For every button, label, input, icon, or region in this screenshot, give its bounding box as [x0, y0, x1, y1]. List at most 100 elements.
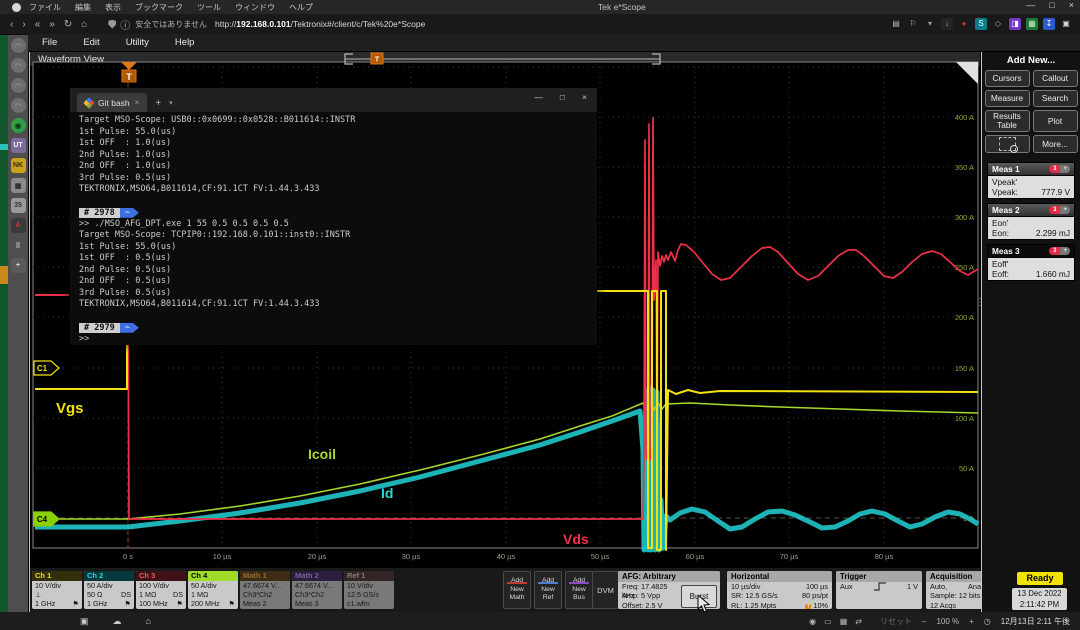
measurement-card-meas3[interactable]: Meas 33+Eoff'Eoff:1.660 mJ [987, 244, 1075, 281]
nav-button[interactable]: ‹ [10, 19, 13, 30]
extension-circle-3[interactable]: ◠ [11, 78, 26, 93]
info-icon[interactable]: ⓘ [120, 17, 130, 32]
channel-badge-ch1[interactable]: Ch 110 V/div⊥1 GHz⚑ [32, 571, 82, 609]
ghost-icon[interactable]: ◇ [992, 18, 1004, 30]
chevron-down-icon[interactable]: ▾ [924, 18, 936, 30]
extensions-icon[interactable]: ▣ [1060, 18, 1072, 30]
tray-icon[interactable]: ◉ [809, 617, 816, 626]
browser-menu-item[interactable]: 表示 [105, 2, 121, 13]
extension-circle-4[interactable]: ◠ [11, 98, 26, 113]
nav-button[interactable]: ⌂ [81, 19, 87, 30]
reset-button[interactable]: リセット [880, 616, 912, 627]
callout-button[interactable]: Callout [1033, 70, 1078, 87]
measurement-count-badge[interactable]: 3+ [1049, 247, 1070, 255]
add-new-bus-button[interactable]: Add New Bus [565, 571, 593, 609]
save-icon[interactable]: ↧ [1043, 18, 1055, 30]
new-tab-icon[interactable]: + [155, 98, 161, 109]
zoom-select-button[interactable] [985, 135, 1030, 153]
browser-menu-item[interactable]: 編集 [75, 2, 91, 13]
cursors-button[interactable]: Cursors [985, 70, 1030, 87]
browser-menu-item[interactable]: ツール [197, 2, 221, 13]
url-bar[interactable]: http://192.168.0.101/Tektronix#/client/c… [215, 19, 425, 29]
taskbar-app-icon[interactable]: ☁ [113, 616, 122, 627]
sidebar-drag-handle[interactable]: ⋮ [975, 297, 985, 308]
git-bash-window[interactable]: Git bash × + ▾ — □ × Target MSO-Scope: USB… [70, 88, 597, 345]
extension-a[interactable]: A [11, 218, 26, 233]
extension-ut[interactable]: UT [11, 138, 26, 153]
sheets-icon[interactable]: ▦ [1026, 18, 1038, 30]
channel-badge-math2[interactable]: Math 247.6674 V...Ch3*Ch2Meas 3 [292, 571, 342, 609]
results-table-button[interactable]: Results Table [985, 110, 1030, 132]
window-control[interactable]: × [1069, 0, 1074, 10]
tray-icon[interactable]: ▭ [824, 617, 832, 626]
x-axis-label: 50 µs [591, 552, 610, 561]
panels-icon[interactable]: ▤ [890, 18, 902, 30]
extension-circle-1[interactable]: ◠ [11, 38, 26, 53]
taskbar-app-icon[interactable]: ▣ [80, 616, 89, 627]
scope-menu-file[interactable]: File [42, 37, 57, 48]
browser-menu-item[interactable]: ウィンドウ [235, 2, 275, 13]
add-new-ref-button[interactable]: Add New Ref [534, 571, 562, 609]
download-icon[interactable]: ↓ [941, 18, 953, 30]
tab-dropdown-icon[interactable]: ▾ [169, 99, 173, 107]
scope-menu-utility[interactable]: Utility [126, 37, 149, 48]
scope-menu-edit[interactable]: Edit [83, 37, 99, 48]
nav-button[interactable]: › [22, 19, 25, 30]
tray-icon[interactable]: ⇄ [855, 617, 862, 626]
channel-badge-math1[interactable]: Math 147.6674 V...Ch3*Ch2Meas 2 [240, 571, 290, 609]
terminal-window-controls: — □ × [534, 92, 587, 102]
terminal-titlebar[interactable]: Git bash × + ▾ — □ × [70, 88, 597, 112]
measurement-count-badge[interactable]: 3+ [1049, 206, 1070, 214]
extension-nk[interactable]: NK [11, 158, 26, 173]
browser-menu-item[interactable]: ファイル [29, 2, 61, 13]
measure-button[interactable]: Measure [985, 90, 1030, 107]
measurement-card-meas2[interactable]: Meas 23+Eon'Eon:2.299 mJ [987, 203, 1075, 240]
extension-3s[interactable]: 35 [11, 198, 26, 213]
channel-badge-ref1[interactable]: Ref 110 V/div12.5 GS/sc1.wfm [344, 571, 394, 609]
add-new-math-button[interactable]: Add New Math [503, 571, 531, 609]
search-button[interactable]: Search [1033, 90, 1078, 107]
terminal-window-control[interactable]: × [582, 92, 587, 102]
terminal-window-control[interactable]: □ [560, 92, 565, 102]
scope-menu-help[interactable]: Help [175, 37, 195, 48]
extension-circle-2[interactable]: ◠ [11, 58, 26, 73]
terminal-output[interactable]: Target MSO-Scope: USB0::0x0699::0x0528::… [70, 112, 597, 345]
window-control[interactable]: □ [1049, 0, 1054, 10]
tray-icon[interactable]: ▦ [840, 617, 848, 626]
zoom-in-button[interactable]: + [969, 617, 974, 626]
terminal-tab[interactable]: Git bash × [77, 93, 147, 112]
browser-menu-item[interactable]: ヘルプ [289, 2, 313, 13]
extension-add[interactable]: + [11, 258, 26, 273]
channel-badge-ch4[interactable]: Ch 450 A/div1 MΩ200 MHz⚑ [188, 571, 238, 609]
channel-badge-ch3[interactable]: Ch 3100 V/div1 MΩDS100 MHz⚑ [136, 571, 186, 609]
terminal-window-control[interactable]: — [534, 92, 543, 102]
dvm-button[interactable]: DVM [592, 571, 619, 609]
tab-close-icon[interactable]: × [135, 98, 140, 107]
measurement-count-badge[interactable]: 3+ [1049, 165, 1070, 173]
teams-icon[interactable]: S [975, 18, 987, 30]
nav-button[interactable]: » [49, 19, 55, 30]
extension-qr[interactable]: ▦ [11, 178, 26, 193]
nav-button[interactable]: « [35, 19, 41, 30]
browser-app-icon[interactable] [12, 3, 21, 12]
nav-button[interactable]: ↻ [64, 19, 72, 30]
adblock-icon[interactable]: ● [958, 18, 970, 30]
zoom-out-button[interactable]: – [922, 617, 926, 626]
extension-grid[interactable]: ⠿ [11, 238, 26, 253]
browser-menu-item[interactable]: ブックマーク [135, 2, 183, 13]
trigger-panel[interactable]: Trigger Aux 1 V [836, 571, 922, 609]
trace-label-id: Id [381, 485, 393, 501]
channel-badge-ch2[interactable]: Ch 250 A/div50 ΩDS1 GHz⚑ [84, 571, 134, 609]
plot-button[interactable]: Plot [1033, 110, 1078, 132]
channel-badge-row: Ch3*Ch2 [240, 590, 290, 599]
bookmark-icon[interactable]: ⚐ [907, 18, 919, 30]
more--button[interactable]: More... [1033, 135, 1078, 153]
taskbar-app-icon[interactable]: ⌂ [146, 616, 151, 627]
extension-active[interactable]: ◉ [11, 118, 26, 133]
shield-icon[interactable] [108, 20, 116, 29]
zoom-level[interactable]: 100 % [936, 617, 959, 626]
horizontal-panel[interactable]: Horizontal 10 µs/div100 µsSR: 12.5 GS/s8… [727, 571, 832, 609]
window-control[interactable]: — [1026, 0, 1035, 10]
office-icon[interactable]: ◨ [1009, 18, 1021, 30]
measurement-card-meas1[interactable]: Meas 13+Vpeak'Vpeak:777.9 V [987, 162, 1075, 199]
